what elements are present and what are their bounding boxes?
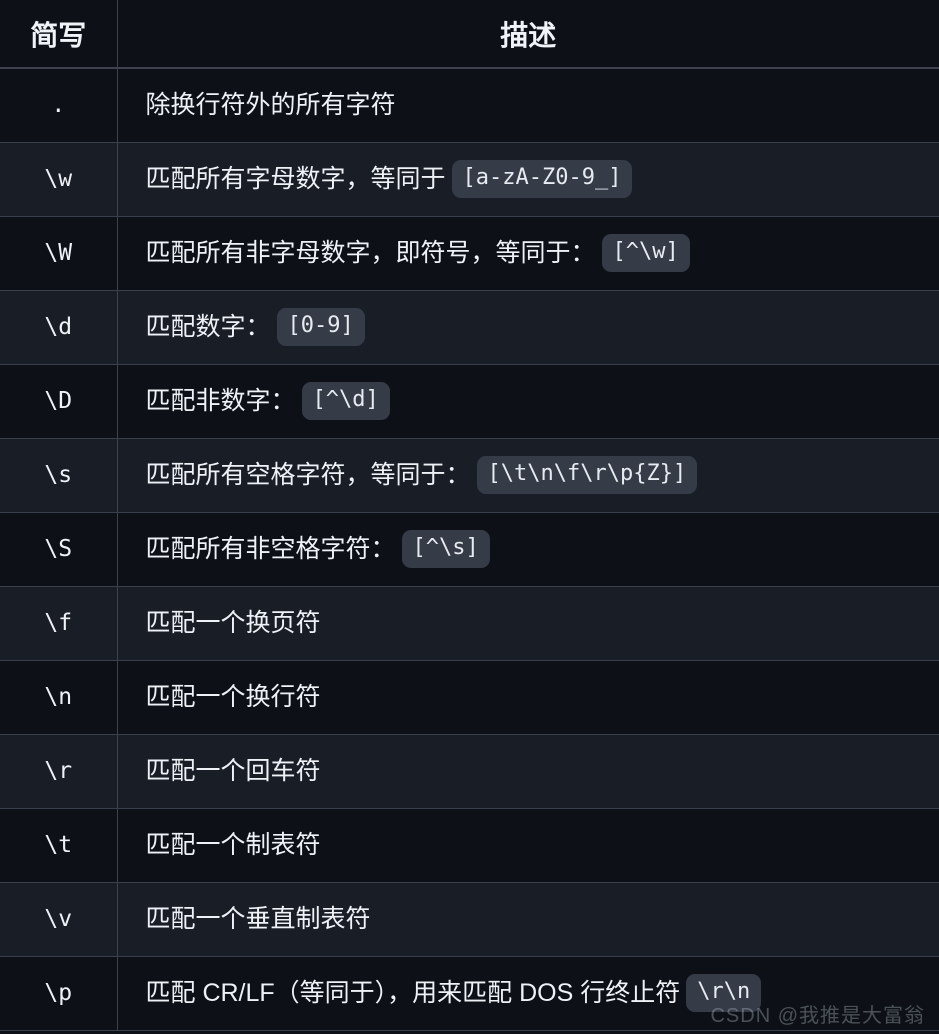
cell-description: 匹配数字： [0-9] <box>117 290 939 365</box>
cell-description: 匹配所有空格字符，等同于： [\t\n\f\r\p{Z}] <box>117 438 939 513</box>
cell-abbreviation: \r <box>0 734 118 809</box>
cell-abbreviation: \t <box>0 808 118 883</box>
code-badge: \r\n <box>686 974 762 1012</box>
description-text: 匹配数字： <box>145 312 271 341</box>
description-content: 匹配所有非字母数字，即符号，等同于： [^\w] <box>145 234 926 272</box>
cell-abbreviation: \s <box>0 438 118 513</box>
description-content: 匹配非数字： [^\d] <box>145 382 926 420</box>
description-content: 匹配数字： [0-9] <box>145 308 926 346</box>
cell-description: 匹配一个制表符 <box>117 808 939 883</box>
description-text: 匹配一个垂直制表符 <box>145 904 371 933</box>
description-text: 匹配非数字： <box>145 386 296 415</box>
table-row: \d 匹配数字： [0-9] <box>0 290 939 365</box>
description-text: 匹配所有非字母数字，即符号，等同于： <box>145 238 596 267</box>
description-content: 匹配 CR/LF（等同于），用来匹配 DOS 行终止符 \r\n <box>145 974 926 1012</box>
column-header-abbreviation: 简写 <box>0 0 118 69</box>
description-text: 匹配所有字母数字，等同于 <box>145 164 446 193</box>
cell-abbreviation: \f <box>0 586 118 661</box>
table-row: \s 匹配所有空格字符，等同于： [\t\n\f\r\p{Z}] <box>0 438 939 513</box>
code-badge: [a-zA-Z0-9_] <box>451 160 633 198</box>
code-badge: [^\d] <box>301 382 390 420</box>
description-content: 匹配所有非空格字符： [^\s] <box>145 530 926 568</box>
description-content: 匹配一个换页符 <box>146 607 926 640</box>
description-text: 匹配所有空格字符，等同于： <box>145 460 471 489</box>
table-row: . 除换行符外的所有字符 <box>0 68 939 143</box>
description-content: 匹配一个制表符 <box>146 829 926 862</box>
table-row: \t 匹配一个制表符 <box>0 808 939 883</box>
cell-description: 匹配 CR/LF（等同于），用来匹配 DOS 行终止符 \r\n <box>117 956 939 1031</box>
table-header-row: 简写 描述 <box>0 0 939 69</box>
cell-abbreviation: \D <box>0 364 118 439</box>
description-text: 匹配一个制表符 <box>145 830 321 859</box>
description-text: 匹配所有非空格字符： <box>145 534 396 563</box>
description-text: 除换行符外的所有字符 <box>145 91 396 119</box>
cell-description: 匹配非数字： [^\d] <box>117 364 939 439</box>
code-badge: [^\s] <box>401 530 490 568</box>
table-row: \f 匹配一个换页符 <box>0 586 939 661</box>
description-content: 匹配一个换行符 <box>146 681 926 714</box>
cell-abbreviation: \d <box>0 290 118 365</box>
table-row: \w 匹配所有字母数字，等同于 [a-zA-Z0-9_] <box>0 142 939 217</box>
code-badge: [\t\n\f\r\p{Z}] <box>476 456 698 494</box>
cell-abbreviation: \W <box>0 216 118 291</box>
cell-description: 匹配所有字母数字，等同于 [a-zA-Z0-9_] <box>117 142 939 217</box>
table-row: \p 匹配 CR/LF（等同于），用来匹配 DOS 行终止符 \r\n <box>0 956 939 1031</box>
description-text: 匹配一个换行符 <box>145 682 321 711</box>
description-text: 匹配一个换页符 <box>145 608 321 637</box>
cell-abbreviation: \S <box>0 512 118 587</box>
code-badge: [0-9] <box>276 308 365 346</box>
column-header-description: 描述 <box>117 0 939 69</box>
cell-description: 除换行符外的所有字符 <box>117 68 939 143</box>
cell-abbreviation: \v <box>0 882 118 957</box>
cell-description: 匹配所有非空格字符： [^\s] <box>117 512 939 587</box>
description-text: 匹配一个回车符 <box>145 756 321 785</box>
table-header: 简写 描述 <box>0 0 939 69</box>
cell-description: 匹配一个垂直制表符 <box>117 882 939 957</box>
table-body: . 除换行符外的所有字符 \w 匹配所有字母数字，等同于 [a-zA-Z0-9_] \W 匹… <box>0 68 939 1031</box>
code-badge: [^\w] <box>601 234 690 272</box>
table-row: \W 匹配所有非字母数字，即符号，等同于： [^\w] <box>0 216 939 291</box>
cell-description: 匹配一个回车符 <box>117 734 939 809</box>
table-row: \n 匹配一个换行符 <box>0 660 939 735</box>
description-content: 除换行符外的所有字符 <box>146 89 926 122</box>
description-content: 匹配一个回车符 <box>146 755 926 788</box>
cell-abbreviation: . <box>0 68 118 143</box>
table-row: \r 匹配一个回车符 <box>0 734 939 809</box>
description-text: 匹配 CR/LF（等同于），用来匹配 DOS 行终止符 <box>145 978 681 1007</box>
table-row: \v 匹配一个垂直制表符 <box>0 882 939 957</box>
cell-description: 匹配一个换页符 <box>117 586 939 661</box>
description-content: 匹配所有字母数字，等同于 [a-zA-Z0-9_] <box>145 160 926 198</box>
table-row: \S 匹配所有非空格字符： [^\s] <box>0 512 939 587</box>
cell-description: 匹配所有非字母数字，即符号，等同于： [^\w] <box>117 216 939 291</box>
cell-description: 匹配一个换行符 <box>117 660 939 735</box>
cell-abbreviation: \p <box>0 956 118 1031</box>
description-content: 匹配一个垂直制表符 <box>146 903 926 936</box>
table-row: \D 匹配非数字： [^\d] <box>0 364 939 439</box>
cell-abbreviation: \n <box>0 660 118 735</box>
description-content: 匹配所有空格字符，等同于： [\t\n\f\r\p{Z}] <box>145 456 926 494</box>
regex-shorthand-table: 简写 描述 . 除换行符外的所有字符 \w 匹配所有字母数字，等同于 [a-zA-Z0-… <box>0 0 939 1031</box>
cell-abbreviation: \w <box>0 142 118 217</box>
